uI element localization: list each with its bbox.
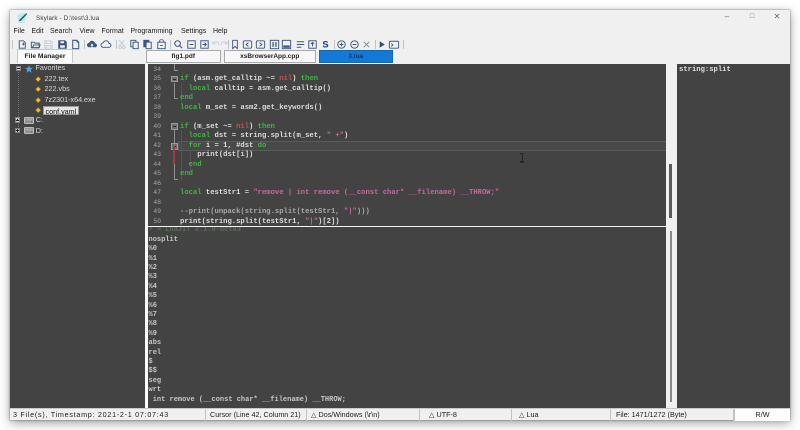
svg-text:S: S <box>322 39 328 49</box>
